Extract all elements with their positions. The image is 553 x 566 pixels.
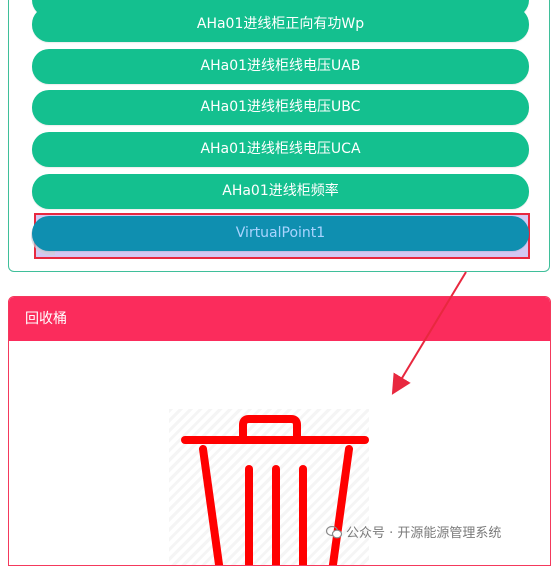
list-item[interactable]: AHa01进线柜线电压UAB: [32, 49, 529, 84]
list-item[interactable]: AHa01进线柜线电压UCA: [32, 132, 529, 167]
point-list-panel: AHa01进线柜正向有功Wp AHa01进线柜线电压UAB AHa01进线柜线电…: [8, 0, 550, 272]
list-item[interactable]: AHa01进线柜正向有功Wp: [32, 7, 529, 42]
recycle-bin-title: 回收桶: [9, 297, 550, 341]
list-item[interactable]: AHa01进线柜频率: [32, 174, 529, 209]
wechat-icon: [325, 525, 343, 539]
watermark-text: 公众号 · 开源能源管理系统: [346, 526, 502, 541]
watermark: 公众号 · 开源能源管理系统: [325, 522, 502, 541]
list-item[interactable]: AHa01进线柜线电压UBC: [32, 90, 529, 125]
trash-icon[interactable]: [169, 409, 369, 565]
list-item-virtual-point[interactable]: VirtualPoint1: [32, 216, 529, 251]
